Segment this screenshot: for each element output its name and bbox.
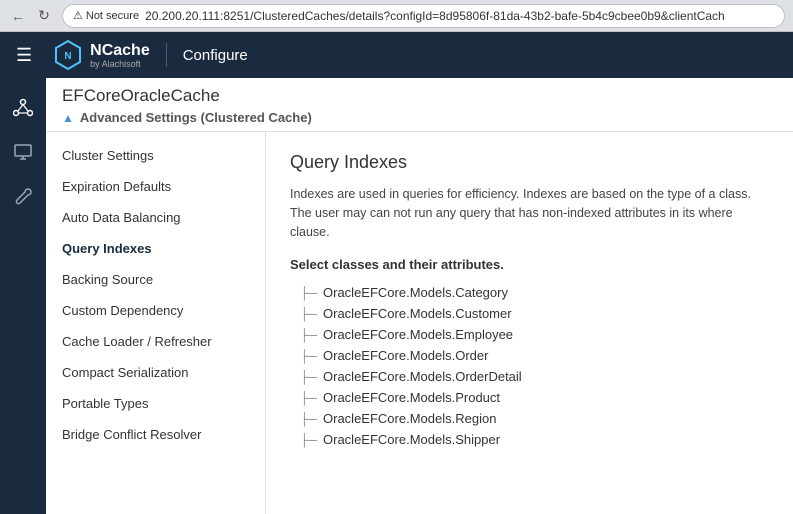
- section-header: ▲ Advanced Settings (Clustered Cache): [62, 110, 777, 125]
- tree-item-label: OracleEFCore.Models.Product: [323, 390, 500, 405]
- menu-item-backing-source[interactable]: Backing Source: [46, 264, 265, 295]
- logo-text: NCache: [90, 42, 150, 59]
- top-nav: ☰ N NCache by Alachisoft Configure: [0, 32, 793, 78]
- menu-item-auto-data-balancing[interactable]: Auto Data Balancing: [46, 202, 265, 233]
- tree-item-label: OracleEFCore.Models.Category: [323, 285, 508, 300]
- tree-branch-icon: ├─: [300, 328, 317, 342]
- tree-item[interactable]: ├─ OracleEFCore.Models.Region: [300, 408, 769, 429]
- logo-icon: N: [52, 39, 84, 71]
- right-content: Query Indexes Indexes are used in querie…: [266, 132, 793, 514]
- logo-sub: by Alachisoft: [90, 60, 150, 69]
- main-area: EFCoreOracleCache ▲ Advanced Settings (C…: [0, 78, 793, 514]
- tree-item-label: OracleEFCore.Models.Shipper: [323, 432, 500, 447]
- tree-branch-icon: ├─: [300, 370, 317, 384]
- content-title: Query Indexes: [290, 152, 769, 173]
- class-tree: ├─ OracleEFCore.Models.Category ├─ OracleEF…: [300, 282, 769, 450]
- tree-item[interactable]: ├─ OracleEFCore.Models.Product: [300, 387, 769, 408]
- tree-item[interactable]: ├─ OracleEFCore.Models.Category: [300, 282, 769, 303]
- content-description: Indexes are used in queries for efficien…: [290, 185, 769, 241]
- menu-item-expiration-defaults[interactable]: Expiration Defaults: [46, 171, 265, 202]
- menu-item-query-indexes[interactable]: Query Indexes: [46, 233, 265, 264]
- security-indicator: ⚠ Not secure: [73, 9, 139, 22]
- tree-branch-icon: ├─: [300, 391, 317, 405]
- menu-item-portable-types[interactable]: Portable Types: [46, 388, 265, 419]
- page-header: EFCoreOracleCache ▲ Advanced Settings (C…: [46, 78, 793, 132]
- browser-controls: ← ↻: [8, 6, 54, 26]
- app-container: ☰ N NCache by Alachisoft Configure: [0, 32, 793, 514]
- back-button[interactable]: ←: [8, 6, 28, 26]
- left-menu: Cluster SettingsExpiration DefaultsAuto …: [46, 132, 266, 514]
- section-title: Advanced Settings (Clustered Cache): [80, 110, 312, 125]
- menu-item-compact-serialization[interactable]: Compact Serialization: [46, 357, 265, 388]
- tree-item-label: OracleEFCore.Models.OrderDetail: [323, 369, 522, 384]
- menu-item-cache-loader-refresher[interactable]: Cache Loader / Refresher: [46, 326, 265, 357]
- logo-text-area: NCache by Alachisoft: [90, 42, 150, 69]
- tree-branch-icon: ├─: [300, 349, 317, 363]
- tree-item[interactable]: ├─ OracleEFCore.Models.Order: [300, 345, 769, 366]
- svg-text:N: N: [65, 51, 72, 62]
- select-classes-label: Select classes and their attributes.: [290, 257, 769, 272]
- tree-item[interactable]: ├─ OracleEFCore.Models.Employee: [300, 324, 769, 345]
- section-toggle[interactable]: ▲: [62, 111, 74, 125]
- tree-branch-icon: ├─: [300, 433, 317, 447]
- nav-divider: [166, 43, 167, 67]
- logo-area: N NCache by Alachisoft: [52, 39, 150, 71]
- tree-branch-icon: ├─: [300, 286, 317, 300]
- tree-item[interactable]: ├─ OracleEFCore.Models.OrderDetail: [300, 366, 769, 387]
- lock-icon: ⚠: [73, 9, 83, 22]
- tree-item[interactable]: ├─ OracleEFCore.Models.Shipper: [300, 429, 769, 450]
- tree-item-label: OracleEFCore.Models.Order: [323, 348, 488, 363]
- tree-item-label: OracleEFCore.Models.Region: [323, 411, 496, 426]
- address-bar[interactable]: ⚠ Not secure 20.200.20.111:8251/Clustere…: [62, 4, 785, 28]
- refresh-button[interactable]: ↻: [34, 6, 54, 26]
- browser-bar: ← ↻ ⚠ Not secure 20.200.20.111:8251/Clus…: [0, 0, 793, 32]
- tree-branch-icon: ├─: [300, 412, 317, 426]
- menu-item-cluster-settings[interactable]: Cluster Settings: [46, 140, 265, 171]
- content-wrapper: EFCoreOracleCache ▲ Advanced Settings (C…: [46, 78, 793, 514]
- menu-item-bridge-conflict-resolver[interactable]: Bridge Conflict Resolver: [46, 419, 265, 450]
- page-title: EFCoreOracleCache: [62, 86, 777, 106]
- tree-item-label: OracleEFCore.Models.Customer: [323, 306, 512, 321]
- tree-branch-icon: ├─: [300, 307, 317, 321]
- hamburger-button[interactable]: ☰: [12, 41, 36, 70]
- sidebar-icon-monitor[interactable]: [5, 134, 41, 170]
- security-label: Not secure: [86, 10, 139, 22]
- tree-item[interactable]: ├─ OracleEFCore.Models.Customer: [300, 303, 769, 324]
- sidebar-icon-wrench[interactable]: [5, 178, 41, 214]
- sidebar-icon-network[interactable]: [5, 90, 41, 126]
- two-pane: Cluster SettingsExpiration DefaultsAuto …: [46, 132, 793, 514]
- menu-item-custom-dependency[interactable]: Custom Dependency: [46, 295, 265, 326]
- tree-item-label: OracleEFCore.Models.Employee: [323, 327, 513, 342]
- url-text: 20.200.20.111:8251/ClusteredCaches/detai…: [145, 9, 725, 23]
- icon-sidebar: [0, 78, 46, 514]
- nav-title: Configure: [183, 47, 248, 64]
